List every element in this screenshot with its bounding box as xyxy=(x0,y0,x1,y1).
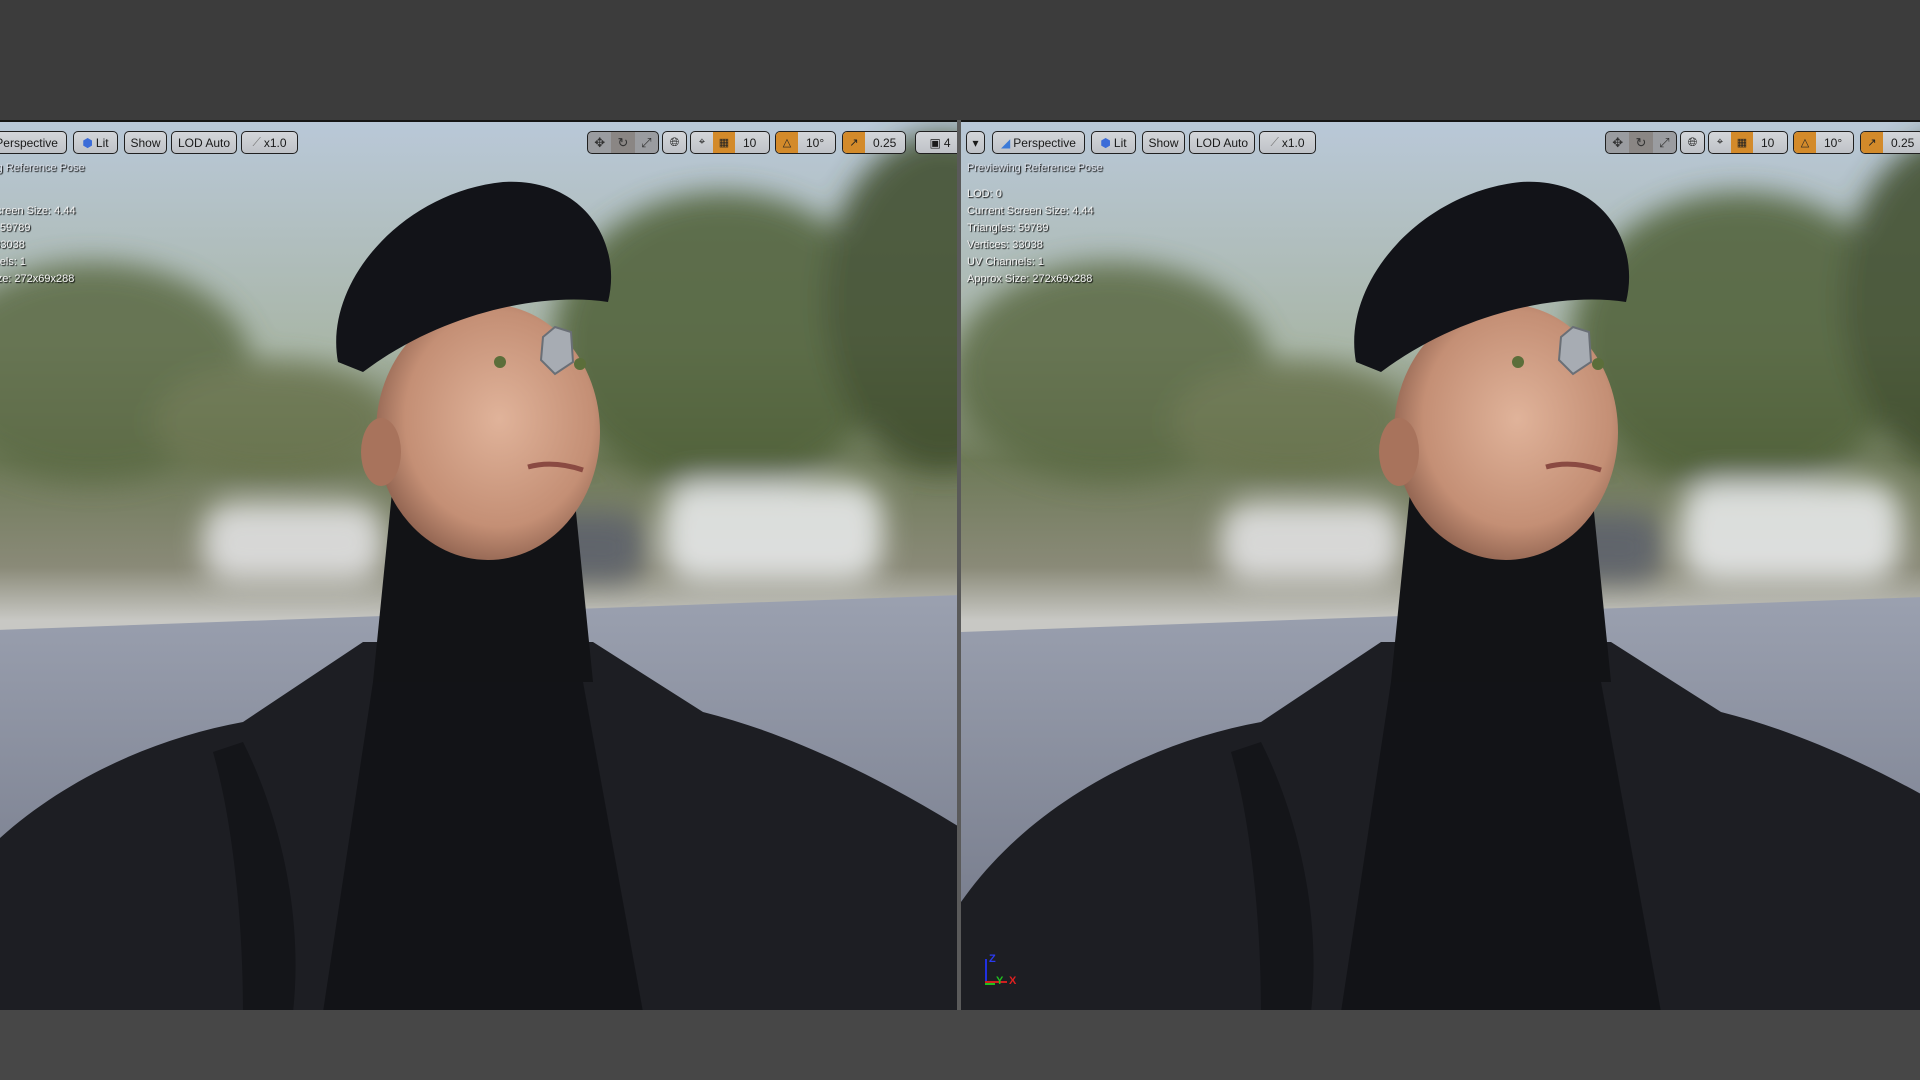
axis-indicator: Z Y X xyxy=(985,953,1025,989)
playback-speed-button[interactable]: ⟋ x1.0 xyxy=(1259,131,1316,154)
stat-approx-size: Approx Size: 272x69x288 xyxy=(0,273,75,285)
grid-snap-value: 10 xyxy=(1761,135,1775,150)
axis-indicator: Z Y X xyxy=(0,955,7,989)
rotation-snap-value: 10° xyxy=(806,135,825,150)
rotation-snap-button[interactable]: △ 10° xyxy=(1793,131,1854,154)
scale-icon[interactable]: ⤢ xyxy=(1653,132,1676,153)
stat-screen-size: Current Screen Size: 4.44 xyxy=(967,205,1094,217)
camera-speed-button[interactable]: ▣ 4 xyxy=(915,131,957,154)
playback-speed-label: x1.0 xyxy=(263,135,287,150)
perspective-button[interactable]: ◢Perspective xyxy=(992,131,1085,154)
perspective-label: Perspective xyxy=(0,135,58,150)
playback-speed-button[interactable]: ⟋ x1.0 xyxy=(241,131,298,154)
grid-snap-button[interactable]: ⌖ ▦ 10 xyxy=(1708,131,1788,154)
stat-uv-channels: UV Channels: 1 xyxy=(967,256,1045,268)
scale-snap-button[interactable]: ↗ 0.25 xyxy=(1860,131,1920,154)
lit-label: Lit xyxy=(95,135,109,150)
chevron-down-icon: ▾ xyxy=(972,135,979,150)
viewport-options-dropdown[interactable]: ▾ xyxy=(966,131,985,154)
lod-label: LOD Auto xyxy=(1195,135,1249,150)
lod-button[interactable]: LOD Auto xyxy=(1189,131,1255,154)
rotate-icon[interactable]: ↻ xyxy=(611,132,635,153)
scale-snap-button[interactable]: ↗ 0.25 xyxy=(842,131,906,154)
camera-icon: ▣ xyxy=(929,135,941,150)
character-preview-scene[interactable] xyxy=(961,122,1920,1012)
globe-icon: 🌐︎ xyxy=(669,135,680,149)
lod-button[interactable]: LOD Auto xyxy=(171,131,237,154)
perspective-camera-icon: ◢ xyxy=(1001,135,1011,150)
show-button[interactable]: Show xyxy=(124,131,167,154)
viewport-content: ▾ ◢Perspective ⬢Lit Show LOD Auto ⟋x1.0 … xyxy=(0,122,957,1012)
lit-view-mode-button[interactable]: ⬢ Lit xyxy=(1091,131,1136,154)
scale-icon[interactable]: ⤢ xyxy=(635,132,658,153)
axis-y-line xyxy=(985,983,995,985)
axis-y-label: Y xyxy=(996,975,1004,987)
stat-uv-channels: UV Channels: 1 xyxy=(0,256,27,268)
axis-z-label: Z xyxy=(989,953,996,965)
transform-mode-group: ✥ ↻ ⤢ xyxy=(587,131,659,154)
axis-x-label: X xyxy=(1009,975,1017,987)
rotation-snap-button[interactable]: △ 10° xyxy=(775,131,836,154)
viewport-right[interactable]: ▾ ◢ Perspective ⬢ Lit Show LOD Auto ⟋ x1.0 … xyxy=(961,120,1920,1012)
scale-snap-value: 0.25 xyxy=(1891,135,1915,150)
translate-icon[interactable]: ✥ xyxy=(1606,132,1629,153)
surface-snap-icon: ⌖ xyxy=(698,136,706,148)
show-label: Show xyxy=(1148,135,1179,150)
grid-icon: ▦ xyxy=(713,132,735,153)
axis-z-line xyxy=(985,959,987,983)
perspective-button[interactable]: ◢Perspective xyxy=(0,131,67,154)
scale-snap-icon: ↗ xyxy=(1861,132,1883,153)
stat-triangles: Triangles: 59789 xyxy=(967,222,1049,234)
translate-icon[interactable]: ✥ xyxy=(588,132,611,153)
scale-snap-value: 0.25 xyxy=(873,135,897,150)
bottom-panel xyxy=(0,1010,1920,1080)
grid-snap-button[interactable]: ⌖ ▦ 10 xyxy=(690,131,770,154)
viewport-content: ▾ ◢Perspective ⬢Lit Show LOD Auto ⟋x1.0 … xyxy=(961,122,1920,1012)
surface-snap-icon: ⌖ xyxy=(1716,136,1724,148)
grid-snap-value: 10 xyxy=(743,135,757,150)
transform-mode-group: ✥ ↻ ⤢ xyxy=(1605,131,1677,154)
lit-label: Lit xyxy=(1113,135,1127,150)
speed-icon: ⟋ xyxy=(1270,135,1279,149)
rotation-snap-icon: △ xyxy=(1794,132,1816,153)
lit-sphere-icon: ⬢ xyxy=(1100,135,1111,150)
playback-speed-label: x1.0 xyxy=(1281,135,1305,150)
show-button[interactable]: Show xyxy=(1142,131,1185,154)
perspective-label: Perspective xyxy=(1013,135,1076,150)
show-label: Show xyxy=(130,135,161,150)
stat-vertices: Vertices: 33038 xyxy=(0,239,25,251)
grid-icon: ▦ xyxy=(1731,132,1753,153)
stat-lod: LOD: 0 xyxy=(967,188,1002,200)
character-preview-scene[interactable] xyxy=(0,122,957,1012)
globe-icon: 🌐︎ xyxy=(1687,135,1698,149)
speed-icon: ⟋ xyxy=(252,135,261,149)
viewport-left[interactable]: ▾ ◢Perspective ⬢Lit Show LOD Auto ⟋x1.0 … xyxy=(0,120,957,1012)
preview-status-text: Previewing Reference Pose xyxy=(967,162,1103,174)
rotate-icon[interactable]: ↻ xyxy=(1629,132,1653,153)
stat-triangles: Triangles: 59789 xyxy=(0,222,31,234)
scale-snap-icon: ↗ xyxy=(843,132,865,153)
lod-label: LOD Auto xyxy=(177,135,231,150)
preview-status-text: Previewing Reference Pose xyxy=(0,162,85,174)
rotation-snap-icon: △ xyxy=(776,132,798,153)
stat-approx-size: Approx Size: 272x69x288 xyxy=(967,273,1093,285)
rotation-snap-value: 10° xyxy=(1824,135,1843,150)
camera-speed-value: 4 xyxy=(943,135,951,150)
stat-screen-size: Current Screen Size: 4.44 xyxy=(0,205,76,217)
lit-sphere-icon: ⬢ xyxy=(82,135,93,150)
top-panel xyxy=(0,0,1920,120)
coordinate-space-button[interactable]: 🌐︎ xyxy=(1680,131,1705,154)
coordinate-space-button[interactable]: 🌐︎ xyxy=(662,131,687,154)
lit-view-mode-button[interactable]: ⬢ Lit xyxy=(73,131,118,154)
stat-vertices: Vertices: 33038 xyxy=(967,239,1043,251)
